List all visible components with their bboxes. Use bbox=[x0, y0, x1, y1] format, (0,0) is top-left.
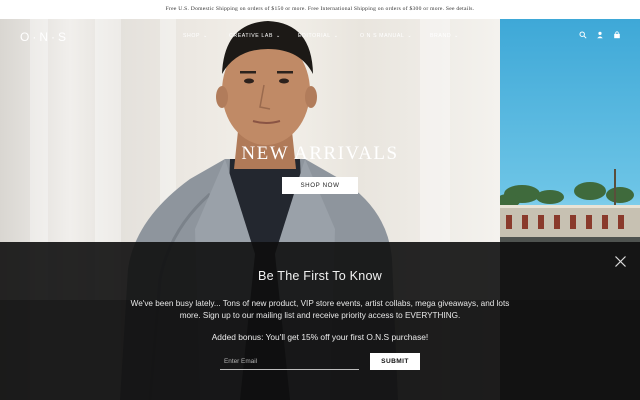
chevron-down-icon: ⌄ bbox=[203, 33, 208, 39]
nav-item-label: EDITORIAL bbox=[298, 33, 331, 39]
close-icon[interactable] bbox=[615, 256, 626, 267]
announcement-text[interactable]: Free U.S. Domestic Shipping on orders of… bbox=[166, 6, 475, 12]
nav-item-label: BRAND bbox=[430, 33, 452, 39]
popup-title: Be The First To Know bbox=[258, 269, 382, 283]
nav-item-editorial[interactable]: EDITORIAL ⌄ bbox=[298, 33, 339, 39]
announcement-bar[interactable]: Free U.S. Domestic Shipping on orders of… bbox=[0, 0, 640, 19]
chevron-down-icon: ⌄ bbox=[333, 33, 339, 39]
popup-bonus-text: Added bonus: You'll get 15% off your fir… bbox=[211, 332, 429, 342]
nav-item-creative-lab[interactable]: CREATIVE LAB ⌄ bbox=[229, 33, 281, 39]
shop-now-button[interactable]: SHOP NOW bbox=[282, 177, 358, 194]
search-icon[interactable] bbox=[579, 31, 587, 39]
chevron-down-icon: ⌄ bbox=[407, 33, 413, 39]
nav-item-label: O N S MANUAL bbox=[360, 33, 405, 39]
user-icon[interactable] bbox=[596, 31, 604, 39]
utility-icons bbox=[579, 31, 621, 39]
email-input[interactable] bbox=[220, 354, 359, 370]
hero-title: NEW ARRIVALS bbox=[241, 143, 399, 164]
nav-item-brand[interactable]: BRAND ⌄ bbox=[430, 33, 459, 39]
main-nav: SHOP ⌄ CREATIVE LAB ⌄ EDITORIAL ⌄ O N S MAN… bbox=[0, 33, 640, 43]
nav-item-shop[interactable]: SHOP ⌄ bbox=[183, 33, 208, 39]
chevron-down-icon: ⌄ bbox=[276, 33, 281, 39]
nav-item-label: SHOP bbox=[183, 33, 201, 39]
nav-item-label: CREATIVE LAB bbox=[229, 33, 274, 39]
newsletter-popup: Be The First To Know We've been busy lat… bbox=[0, 242, 640, 400]
cart-icon[interactable] bbox=[613, 31, 621, 39]
submit-button[interactable]: SUBMIT bbox=[370, 353, 420, 370]
chevron-down-icon: ⌄ bbox=[454, 33, 459, 39]
nav-item-ons-manual[interactable]: O N S MANUAL ⌄ bbox=[360, 33, 412, 39]
popup-description: We've been busy lately... Tons of new pr… bbox=[130, 299, 510, 320]
